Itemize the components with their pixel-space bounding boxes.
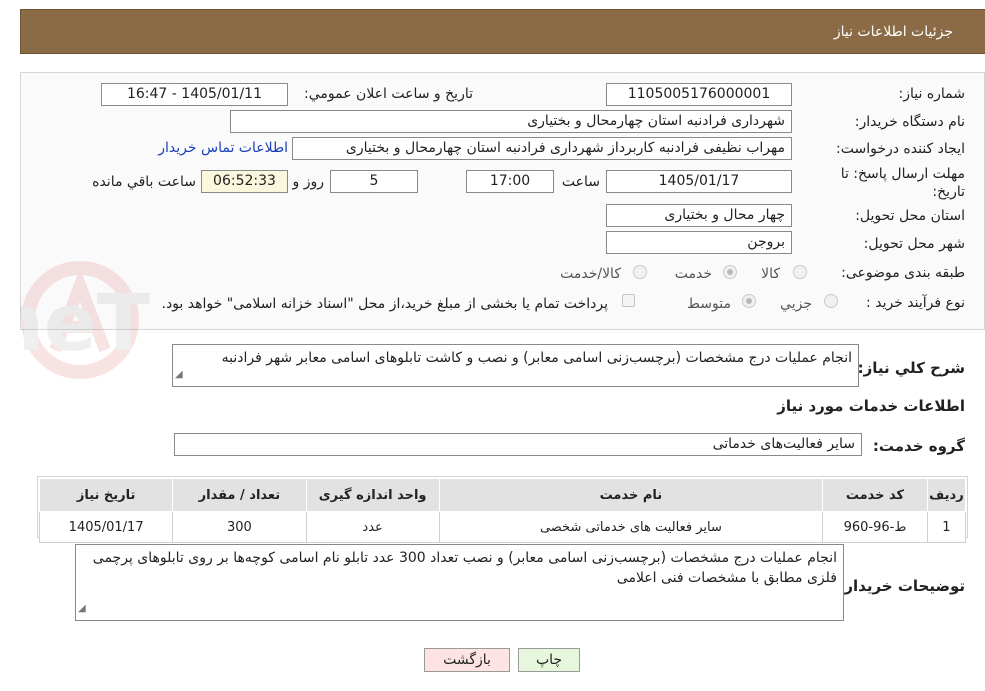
- cell-code: ط-96-960: [822, 511, 928, 543]
- services-table-header: ردیف کد خدمت نام خدمت واحد اندازه گیری ت…: [38, 478, 967, 512]
- category-radio-service[interactable]: [723, 265, 737, 279]
- service-group-field: سایر فعالیت‌های خدماتی: [174, 433, 862, 456]
- cell-date: 1405/01/17: [38, 511, 174, 543]
- cell-name: سایر فعالیت های خدماتی شخصی: [438, 511, 824, 543]
- deadline-time-label: ساعت: [561, 174, 600, 190]
- category-service-label: خدمت: [674, 266, 712, 282]
- remaining-time-label: ساعت باقي مانده: [92, 174, 196, 190]
- summary-textarea[interactable]: انجام عملیات درج مشخصات (برچسب‌زنی اسامی…: [172, 344, 859, 387]
- creator-label: ايجاد کننده درخواست:: [836, 141, 965, 157]
- province-field: چهار محال و بختیاری: [606, 204, 792, 227]
- announce-date-label: تاریخ و ساعت اعلان عمومي:: [304, 86, 473, 102]
- cell-qty: 300: [172, 511, 307, 543]
- col-date: تاریخ نیاز: [38, 478, 174, 512]
- province-label: استان محل تحویل:: [855, 208, 965, 224]
- need-number-label: شماره نیاز:: [898, 86, 966, 102]
- need-number-field: 1105005176000001: [606, 83, 792, 106]
- remaining-time-field: 06:52:33: [201, 170, 288, 193]
- buyer-notes-text: انجام عملیات درج مشخصات (برچسب‌زنی اسامی…: [92, 550, 837, 586]
- treasury-payment-checkbox[interactable]: [622, 294, 635, 307]
- category-radio-goods-service[interactable]: [633, 265, 647, 279]
- buyer-org-label: نام دستگاه خريدار:: [854, 114, 965, 130]
- services-table: ردیف کد خدمت نام خدمت واحد اندازه گیری ت…: [38, 478, 967, 543]
- buyer-notes-textarea[interactable]: انجام عملیات درج مشخصات (برچسب‌زنی اسامی…: [75, 544, 844, 621]
- city-label: شهر محل تحویل:: [863, 236, 965, 252]
- announce-date-field: 1405/01/11 - 16:47: [101, 83, 288, 106]
- process-radio-medium[interactable]: [742, 294, 756, 308]
- buyer-notes-label: توضیحات خریدار:: [838, 577, 965, 595]
- col-row: ردیف: [926, 478, 967, 512]
- page-title: جزئیات اطلاعات نیاز: [833, 24, 953, 40]
- category-goods-label: کالا: [761, 266, 780, 282]
- category-label: طبقه بندی موضوعی:: [841, 265, 965, 281]
- summary-text: انجام عملیات درج مشخصات (برچسب‌زنی اسامی…: [221, 350, 852, 366]
- deadline-date-field: 1405/01/17: [606, 170, 792, 193]
- cell-row: 1: [926, 511, 967, 543]
- watermark-text: AriaTender.neT: [20, 279, 150, 369]
- table-row: 1 ط-96-960 سایر فعالیت های خدماتی شخصی ع…: [38, 511, 967, 543]
- deadline-time-field: 17:00: [466, 170, 554, 193]
- col-unit: واحد اندازه گیری: [305, 478, 440, 512]
- resize-grip-icon[interactable]: ◢: [78, 599, 86, 619]
- back-button[interactable]: بازگشت: [424, 648, 510, 672]
- process-type-label: نوع فرآیند خرید :: [866, 295, 965, 311]
- summary-label: شرح کلي نياز:: [857, 359, 965, 377]
- service-group-label: گروه خدمت:: [872, 437, 965, 455]
- page-header: جزئیات اطلاعات نیاز: [20, 9, 985, 54]
- deadline-label: مهلت ارسال پاسخ: تا تاریخ:: [840, 166, 965, 200]
- category-radio-goods[interactable]: [793, 265, 807, 279]
- creator-field: مهراب نظیفی فرادنبه کاربرداز شهرداری فرا…: [292, 137, 792, 160]
- process-radio-minor[interactable]: [824, 294, 838, 308]
- col-qty: تعداد / مقدار: [172, 478, 307, 512]
- treasury-payment-note: پرداخت تمام یا بخشی از مبلغ خرید،از محل …: [161, 296, 608, 312]
- process-minor-label: جزیي: [780, 296, 812, 312]
- process-medium-label: متوسط: [687, 296, 731, 312]
- resize-grip-icon[interactable]: ◢: [175, 365, 183, 385]
- col-name: نام خدمت: [438, 478, 824, 512]
- cell-unit: عدد: [305, 511, 440, 543]
- days-remaining-field: 5: [330, 170, 418, 193]
- col-code: کد خدمت: [822, 478, 928, 512]
- buyer-contact-link[interactable]: اطلاعات تماس خريدار: [158, 140, 288, 156]
- category-goods-service-label: کالا/خدمت: [560, 266, 621, 282]
- city-field: بروجن: [606, 231, 792, 254]
- days-label: روز و: [292, 174, 325, 190]
- services-section-title: اطلاعات خدمات مورد نياز: [777, 397, 965, 415]
- buyer-org-field: شهرداری فرادنبه استان چهارمحال و بختیاری: [230, 110, 792, 133]
- print-button[interactable]: چاپ: [518, 648, 580, 672]
